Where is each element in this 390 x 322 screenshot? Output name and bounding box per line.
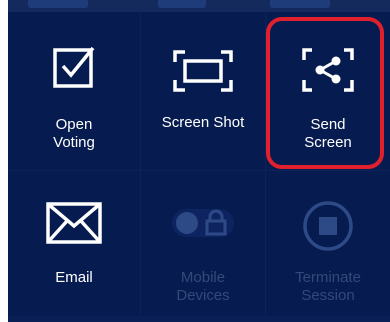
email-label: Email <box>55 269 93 286</box>
tool-menu-panel: Open Voting Screen Shot Send Screen Emai… <box>8 0 390 322</box>
send-screen-label: Send Screen <box>304 116 352 151</box>
screen-shot-label: Screen Shot <box>161 114 245 131</box>
top-strip-segment <box>158 0 206 8</box>
screen-shot-button[interactable]: Screen Shot <box>141 12 265 170</box>
top-strip-segment <box>28 0 88 8</box>
bottom-strip <box>8 316 390 322</box>
toggle-lock-icon <box>172 209 234 237</box>
divider <box>8 170 390 171</box>
terminate-session-label: Terminate Session <box>295 269 361 304</box>
checkbox-icon <box>53 46 95 88</box>
top-strip <box>8 0 390 12</box>
mobile-devices-label: Mobile Devices <box>176 269 230 304</box>
open-voting-button[interactable]: Open Voting <box>8 12 140 170</box>
terminate-session-button[interactable]: Terminate Session <box>266 171 390 316</box>
divider <box>140 12 141 316</box>
share-screen-icon <box>302 48 354 92</box>
screenshot-frame-icon <box>173 50 233 92</box>
email-button[interactable]: Email <box>8 171 140 316</box>
send-screen-button[interactable]: Send Screen <box>266 12 390 170</box>
mobile-devices-button[interactable]: Mobile Devices <box>141 171 265 316</box>
open-voting-label: Open Voting <box>53 116 95 151</box>
top-strip-segment <box>270 0 330 8</box>
stop-circle-icon <box>303 201 353 251</box>
envelope-icon <box>46 202 102 244</box>
divider <box>265 12 266 316</box>
